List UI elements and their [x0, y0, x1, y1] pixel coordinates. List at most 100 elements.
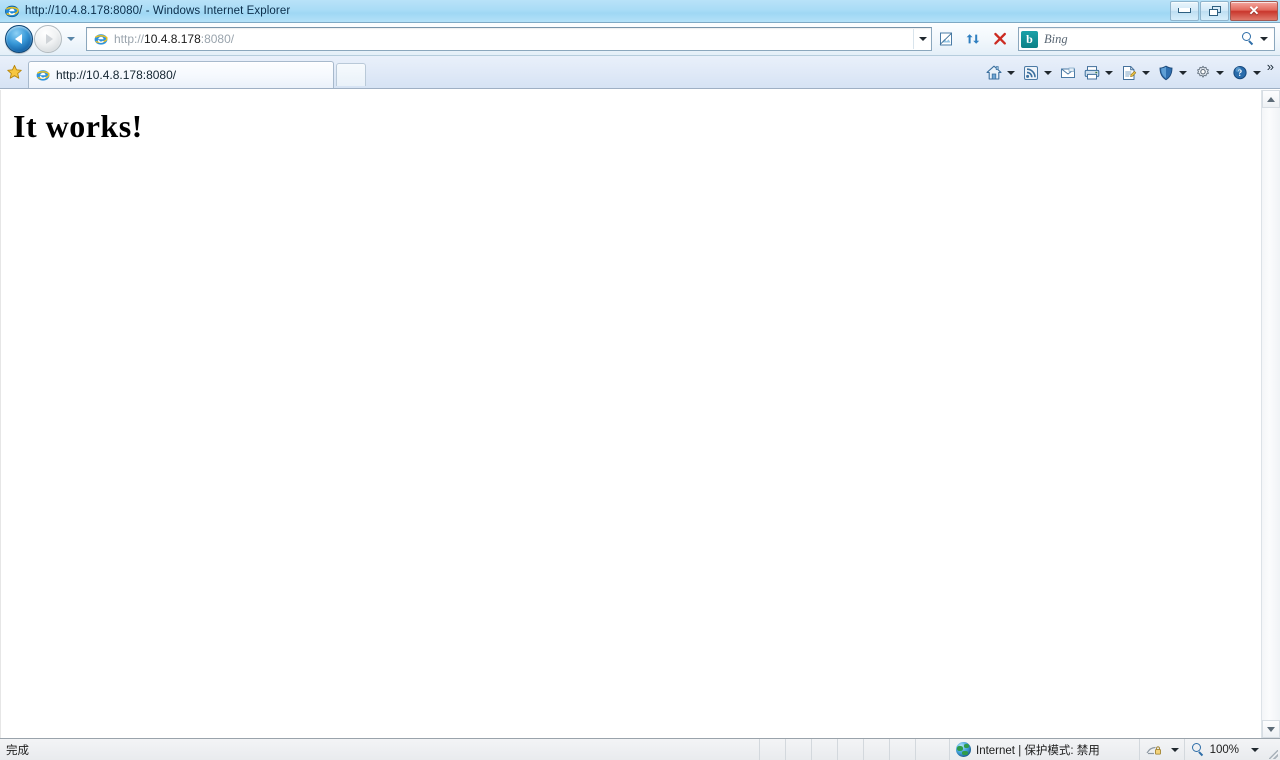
vertical-scrollbar[interactable]: [1261, 90, 1280, 738]
back-button[interactable]: [5, 25, 33, 53]
internet-explorer-icon: [35, 67, 51, 83]
refresh-button[interactable]: [960, 27, 986, 51]
forward-arrow-icon: [45, 34, 53, 44]
security-zone-text: Internet | 保护模式: 禁用: [976, 744, 1100, 757]
chevron-down-icon[interactable]: [1170, 747, 1179, 752]
minimize-icon: [1178, 8, 1191, 13]
chevron-down-icon: [918, 37, 927, 41]
status-cell: [759, 739, 785, 760]
page-button[interactable]: [1117, 61, 1154, 85]
page-viewport: It works!: [0, 89, 1280, 738]
status-cell: [863, 739, 889, 760]
forward-button[interactable]: [34, 25, 62, 53]
restore-button[interactable]: [1200, 0, 1229, 21]
scroll-down-button[interactable]: [1262, 720, 1280, 738]
chevron-up-icon: [1267, 96, 1275, 102]
tools-button[interactable]: [1191, 61, 1228, 85]
globe-icon: [956, 742, 971, 757]
status-right-group: 100%: [1138, 738, 1280, 760]
close-icon: ✕: [1248, 3, 1260, 18]
status-cell: [785, 739, 811, 760]
privacy-lock-icon: [1145, 742, 1163, 758]
chevron-down-icon[interactable]: [1177, 62, 1190, 84]
url-rest: :8080/: [200, 32, 235, 46]
tab-bar: http://10.4.8.178:8080/ ? »: [0, 56, 1280, 89]
zoom-magnifier-icon: [1190, 742, 1206, 758]
tab-label: http://10.4.8.178:8080/: [56, 68, 177, 82]
chevron-down-icon[interactable]: [1103, 62, 1116, 84]
search-dropdown-icon[interactable]: [1260, 37, 1268, 41]
page-icon: [1118, 62, 1140, 84]
compatibility-view-icon: [939, 32, 952, 46]
printer-icon: [1081, 62, 1103, 84]
home-button[interactable]: [982, 61, 1019, 85]
chevron-down-icon[interactable]: [1042, 62, 1055, 84]
help-icon: ?: [1229, 62, 1251, 84]
svg-text:?: ?: [1238, 68, 1243, 78]
shield-icon: [1155, 62, 1177, 84]
title-bar: http://10.4.8.178:8080/ - Windows Intern…: [0, 0, 1280, 23]
star-icon: [6, 64, 22, 79]
search-placeholder: Bing: [1044, 31, 1068, 46]
minimize-button[interactable]: [1170, 0, 1199, 21]
address-bar-row: http://10.4.8.178:8080/ b Bing: [0, 23, 1280, 56]
chevron-down-icon[interactable]: [1214, 62, 1227, 84]
address-favicon-icon: [93, 31, 109, 47]
privacy-settings-button[interactable]: [1138, 739, 1184, 760]
stop-button[interactable]: [987, 27, 1013, 51]
bing-logo-icon: b: [1021, 30, 1038, 48]
address-url-text: http://10.4.8.178:8080/: [114, 32, 234, 46]
window-title: http://10.4.8.178:8080/ - Windows Intern…: [25, 5, 291, 17]
search-input[interactable]: b Bing: [1018, 27, 1275, 51]
url-host: 10.4.8.178: [144, 32, 201, 46]
window-controls: ✕: [1169, 0, 1278, 21]
home-icon: [983, 62, 1005, 84]
page-content: It works!: [0, 90, 1261, 738]
resize-grip[interactable]: [1264, 738, 1280, 760]
url-scheme: http://: [114, 32, 145, 46]
new-tab-button[interactable]: [336, 63, 366, 86]
help-button[interactable]: ?: [1228, 61, 1265, 85]
search-actions: [1240, 31, 1274, 47]
close-icon: [994, 32, 1006, 45]
print-button[interactable]: [1080, 61, 1117, 85]
status-cell: [837, 739, 863, 760]
rss-feed-icon: [1020, 62, 1042, 84]
gear-icon: [1192, 62, 1214, 84]
back-arrow-icon: [14, 34, 22, 44]
tab-active[interactable]: http://10.4.8.178:8080/: [28, 61, 334, 88]
chevron-down-icon[interactable]: [1140, 62, 1153, 84]
chevron-down-icon: [67, 37, 75, 41]
chevron-down-icon[interactable]: [1251, 747, 1259, 752]
favorites-button[interactable]: [0, 57, 28, 87]
restore-icon: [1209, 5, 1221, 16]
command-bar: ? »: [982, 58, 1280, 88]
mail-button[interactable]: [1056, 61, 1080, 85]
zoom-control[interactable]: 100%: [1183, 739, 1264, 760]
scroll-up-button[interactable]: [1262, 90, 1280, 108]
status-text: 完成: [6, 744, 29, 757]
status-cell: [811, 739, 837, 760]
page-heading: It works!: [13, 108, 143, 144]
zoom-level-label: 100%: [1209, 743, 1239, 756]
browser-window: http://10.4.8.178:8080/ - Windows Intern…: [0, 0, 1280, 760]
chevron-down-icon: [1267, 726, 1275, 732]
address-dropdown-button[interactable]: [913, 29, 931, 49]
refresh-icon: [966, 34, 980, 44]
feeds-button[interactable]: [1019, 61, 1056, 85]
command-overflow-button[interactable]: »: [1265, 60, 1278, 81]
chevron-down-icon[interactable]: [1251, 62, 1264, 84]
close-button[interactable]: ✕: [1230, 0, 1278, 21]
safety-button[interactable]: [1154, 61, 1191, 85]
internet-explorer-icon: [4, 3, 20, 19]
address-input[interactable]: http://10.4.8.178:8080/: [86, 27, 932, 51]
mail-icon: [1057, 62, 1079, 84]
chevron-down-icon[interactable]: [1005, 62, 1018, 84]
status-bar: 完成 Internet | 保护模式: 禁用 100%: [0, 738, 1280, 760]
status-panels: [759, 739, 941, 760]
recent-pages-button[interactable]: [64, 26, 78, 52]
search-icon[interactable]: [1240, 31, 1256, 47]
status-cell: [915, 739, 941, 760]
compatibility-view-button[interactable]: [933, 27, 959, 51]
security-zone-indicator[interactable]: Internet | 保护模式: 禁用: [949, 739, 1108, 760]
